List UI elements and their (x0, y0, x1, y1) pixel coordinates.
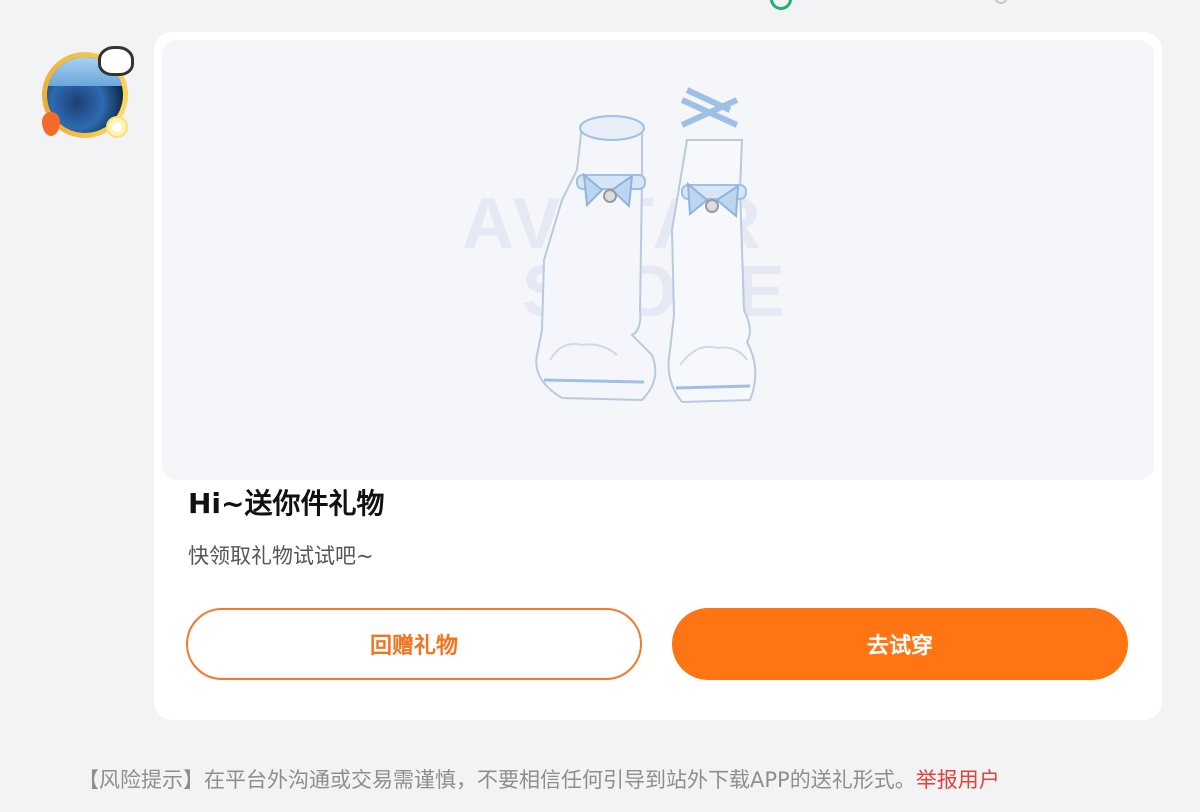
carrot-sticker-icon (42, 112, 60, 136)
gift-image[interactable]: AVATAR STORE (162, 40, 1154, 480)
try-on-button[interactable]: 去试穿 (672, 608, 1128, 680)
top-status-strip (0, 0, 1200, 10)
risk-notice: 【风险提示】在平台外沟通或交易需谨慎，不要相信任何引导到站外下载APP的送礼形式… (78, 764, 1178, 794)
risk-notice-text: 【风险提示】在平台外沟通或交易需谨慎，不要相信任何引导到站外下载APP的送礼形式… (78, 768, 916, 792)
gift-subtitle: 快领取礼物试试吧~ (188, 544, 374, 568)
gift-message-card: AVATAR STORE Hi (154, 32, 1162, 720)
avatar[interactable] (38, 46, 134, 142)
try-on-label: 去试穿 (866, 634, 933, 659)
return-gift-label: 回赠礼物 (369, 634, 458, 659)
return-gift-button[interactable]: 回赠礼物 (186, 608, 642, 680)
boots-gift-icon (535, 87, 757, 404)
gift-title: Hi~送你件礼物 (188, 487, 385, 520)
read-status-icon (994, 0, 1008, 4)
online-status-icon (770, 0, 792, 10)
flower-sticker-icon (108, 118, 126, 136)
cat-sticker-icon (98, 46, 134, 76)
report-user-link[interactable]: 举报用户 (916, 768, 1000, 792)
